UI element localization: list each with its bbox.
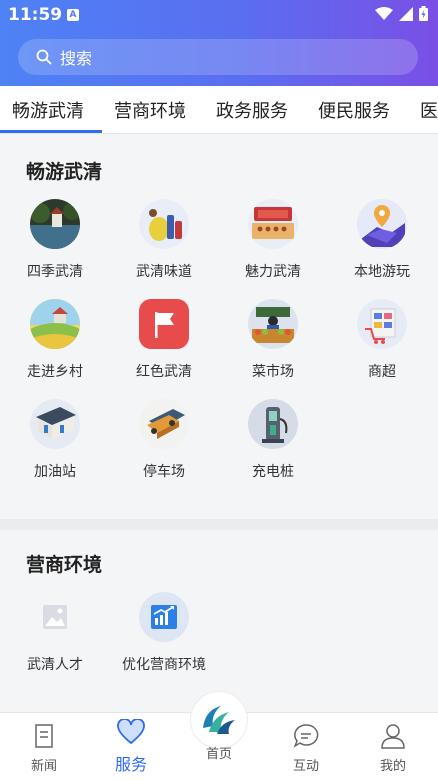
parking-icon	[139, 399, 189, 449]
nav-label-home: 首页	[205, 747, 232, 762]
service-item-food[interactable]: 武清味道	[114, 199, 214, 281]
village-icon	[30, 299, 80, 349]
user-icon	[381, 724, 405, 749]
item-label: 商超	[368, 364, 396, 380]
service-item-local-fun[interactable]: 本地游玩	[332, 199, 432, 281]
nav-label-news: 新闻	[30, 759, 57, 774]
status-bar: 11:59 A	[0, 0, 438, 30]
tab-convenience[interactable]: 便民服务	[318, 97, 390, 123]
nav-label-interact: 互动	[292, 759, 319, 774]
home-logo-icon	[203, 706, 235, 734]
battery-icon	[419, 6, 428, 21]
news-icon	[35, 724, 53, 748]
food-icon	[139, 199, 189, 249]
section-business: 营商环境 武清人才 优化营商环境	[0, 530, 438, 712]
service-item-village[interactable]: 走进乡村	[5, 299, 105, 381]
item-label: 充电桩	[252, 464, 294, 480]
active-tab-indicator	[0, 130, 102, 133]
search-icon	[36, 49, 52, 65]
nav-label-service: 服务	[114, 755, 147, 774]
search-bar[interactable]: 搜索	[18, 39, 418, 75]
lake-photo-icon	[30, 199, 80, 249]
bottom-nav: 新闻 服务 首页 互动 我的	[0, 691, 438, 780]
theater-icon	[248, 199, 298, 249]
tab-medical[interactable]: 医	[420, 97, 438, 123]
search-placeholder: 搜索	[60, 49, 93, 68]
nav-label-mine: 我的	[379, 759, 406, 774]
service-item-charging[interactable]: 充电桩	[223, 399, 323, 481]
notification-badge-icon: A	[67, 9, 79, 21]
item-label: 优化营商环境	[122, 657, 206, 673]
service-item-optimize[interactable]: 优化营商环境	[114, 592, 214, 674]
tab-tour[interactable]: 畅游武清	[12, 97, 84, 123]
item-label: 四季武清	[27, 264, 83, 280]
item-label: 武清味道	[136, 264, 192, 280]
system-icons	[375, 6, 428, 21]
status-time: 11:59	[8, 5, 63, 25]
item-label: 本地游玩	[354, 264, 410, 280]
nav-news[interactable]: 新闻	[9, 723, 79, 774]
item-label: 菜市场	[252, 364, 294, 380]
charging-pile-icon	[248, 399, 298, 449]
category-tabs: 畅游武清 营商环境 政务服务 便民服务 医	[0, 86, 438, 134]
item-label: 武清人才	[27, 657, 83, 673]
wifi-icon	[375, 6, 393, 20]
chat-icon	[293, 724, 319, 748]
app-header: 11:59 A 搜索	[0, 0, 438, 86]
nav-interact[interactable]: 互动	[271, 723, 341, 774]
service-item-red[interactable]: 红色武清	[114, 299, 214, 381]
section-divider	[0, 519, 438, 530]
section-title-tour: 畅游武清	[26, 161, 103, 183]
signal-icon	[399, 6, 413, 21]
nav-mine[interactable]: 我的	[358, 723, 428, 774]
supermarket-icon	[357, 299, 407, 349]
tab-business[interactable]: 营商环境	[114, 97, 186, 123]
item-label: 魅力武清	[245, 264, 301, 280]
nav-service[interactable]: 服务	[96, 718, 166, 775]
item-label: 加油站	[34, 464, 76, 480]
service-item-parking[interactable]: 停车场	[114, 399, 214, 481]
gas-station-icon	[30, 399, 80, 449]
section-tour: 畅游武清 四季武清 武清味道 魅力武清 本地游玩 走进乡村 红色武清 菜市场 商…	[0, 137, 438, 519]
image-placeholder-icon	[30, 592, 80, 642]
map-pin-icon	[357, 199, 407, 249]
service-item-seasons[interactable]: 四季武清	[5, 199, 105, 281]
chart-up-icon	[139, 592, 189, 642]
service-item-market[interactable]: 菜市场	[223, 299, 323, 381]
service-item-supermarket[interactable]: 商超	[332, 299, 432, 381]
red-flag-icon	[139, 299, 189, 349]
market-icon	[248, 299, 298, 349]
service-item-charm[interactable]: 魅力武清	[223, 199, 323, 281]
item-label: 红色武清	[136, 364, 192, 380]
nav-home[interactable]: 首页	[184, 741, 254, 762]
item-label: 走进乡村	[27, 364, 83, 380]
heart-icon	[117, 718, 145, 745]
service-item-gas-station[interactable]: 加油站	[5, 399, 105, 481]
section-title-business: 营商环境	[26, 554, 103, 576]
tab-government[interactable]: 政务服务	[216, 97, 288, 123]
service-item-talent[interactable]: 武清人才	[5, 592, 105, 674]
item-label: 停车场	[143, 464, 185, 480]
